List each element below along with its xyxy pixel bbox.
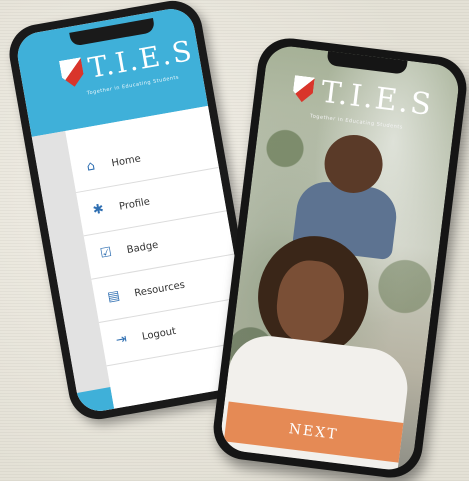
shield-logo-icon: [292, 75, 315, 103]
right-phone-screen: T.I.E.S Together in Educating Students N…: [218, 43, 462, 473]
shield-logo-icon: [59, 57, 86, 88]
logout-icon: ⇥: [114, 331, 129, 349]
menu-item-label: Home: [110, 152, 142, 169]
menu-item-label: Profile: [118, 195, 151, 213]
home-icon: ⌂: [85, 158, 97, 175]
bottom-strip: [76, 387, 115, 415]
clipboard-icon: ▤: [106, 288, 122, 306]
menu-item-label: Badge: [125, 239, 160, 256]
check-badge-icon: ☑: [99, 244, 114, 262]
menu-item-label: Resources: [133, 279, 186, 299]
gear-icon: ✱: [91, 201, 106, 219]
menu-item-label: Logout: [141, 325, 177, 343]
